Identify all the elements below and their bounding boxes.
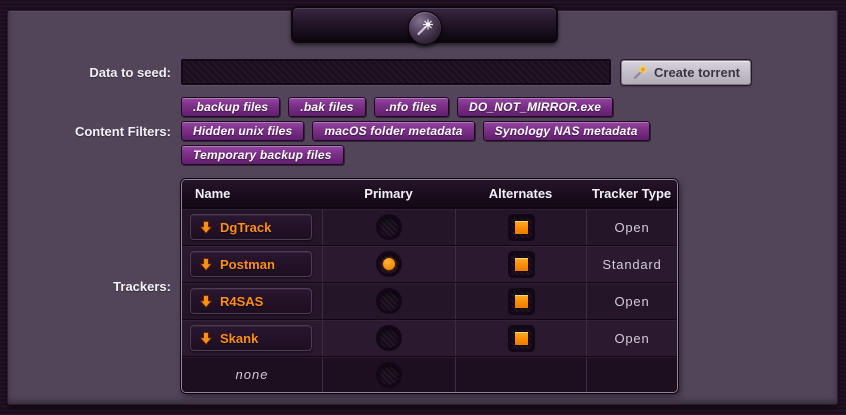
alternates-checkbox-r4sas[interactable]: [511, 291, 532, 312]
main-panel: Data to seed: Create torrent Content Fil: [7, 10, 838, 405]
filter-chip[interactable]: DO_NOT_MIRROR.exe: [457, 97, 613, 117]
tracker-row-dgtrack: DgTrack Open: [182, 208, 677, 245]
tracker-row-none: none: [182, 356, 677, 392]
download-arrow-icon: [199, 331, 213, 346]
column-header-alternates: Alternates: [455, 186, 586, 201]
magic-wand-icon: [415, 18, 434, 37]
primary-radio-none[interactable]: [379, 365, 399, 385]
tracker-row-skank: Skank Open: [182, 319, 677, 356]
trackers-row: Trackers: Name Primary Alternates Tracke…: [8, 179, 678, 393]
primary-radio-skank[interactable]: [379, 328, 399, 348]
column-header-name: Name: [182, 186, 322, 201]
create-torrent-label: Create torrent: [654, 65, 740, 80]
content-filters-row: Content Filters: .backup files .bak files…: [8, 97, 650, 165]
alternates-checkbox-skank[interactable]: [511, 328, 532, 349]
filter-chip[interactable]: Synology NAS metadata: [483, 121, 650, 141]
filter-chip[interactable]: .nfo files: [374, 97, 449, 117]
tracker-name-label: R4SAS: [220, 294, 263, 309]
trackers-table-body: DgTrackOpenPostmanStandardR4SASOpenSkank…: [182, 208, 677, 392]
filter-chip[interactable]: macOS folder metadata: [312, 121, 474, 141]
filter-chip[interactable]: .bak files: [288, 97, 365, 117]
data-to-seed-row: Data to seed: Create torrent: [8, 59, 751, 85]
tracker-type-label: Standard: [587, 257, 677, 272]
alternates-checkbox-dgtrack[interactable]: [511, 217, 532, 238]
create-torrent-button[interactable]: Create torrent: [621, 60, 751, 85]
filter-chip-row: Temporary backup files: [181, 145, 650, 165]
magic-wand-icon: [632, 64, 648, 80]
header-bar: [291, 6, 558, 43]
data-to-seed-input[interactable]: [181, 59, 611, 85]
tracker-link-skank[interactable]: Skank: [190, 325, 312, 351]
checkbox-fill: [515, 258, 528, 271]
primary-radio-r4sas[interactable]: [379, 291, 399, 311]
filter-chip[interactable]: .backup files: [181, 97, 280, 117]
download-arrow-icon: [199, 257, 213, 272]
tracker-link-dgtrack[interactable]: DgTrack: [190, 214, 312, 240]
checkbox-fill: [515, 332, 528, 345]
tracker-none-label: none: [182, 367, 322, 382]
create-torrent-screen: Data to seed: Create torrent Content Fil: [0, 0, 846, 415]
filter-chip[interactable]: Temporary backup files: [181, 145, 344, 165]
primary-radio-postman[interactable]: [379, 254, 399, 274]
tracker-row-postman: Postman Standard: [182, 245, 677, 282]
tracker-row-r4sas: R4SAS Open: [182, 282, 677, 319]
tracker-name-label: DgTrack: [220, 220, 271, 235]
content-filters-label: Content Filters:: [8, 124, 171, 139]
primary-radio-dgtrack[interactable]: [379, 217, 399, 237]
column-header-tracker-type: Tracker Type: [586, 186, 677, 201]
filter-chip-row: .backup files .bak files .nfo files DO_NOT_…: [181, 97, 650, 117]
download-arrow-icon: [199, 220, 213, 235]
checkbox-fill: [515, 295, 528, 308]
data-to-seed-label: Data to seed:: [8, 65, 171, 80]
tracker-name-label: Postman: [220, 257, 275, 272]
filter-chip-row: Hidden unix files macOS folder metadata Sy…: [181, 121, 650, 141]
tracker-name-label: Skank: [220, 331, 258, 346]
tracker-link-postman[interactable]: Postman: [190, 251, 312, 277]
tracker-type-label: Open: [587, 220, 677, 235]
column-header-primary: Primary: [322, 186, 455, 201]
trackers-table-header: Name Primary Alternates Tracker Type: [182, 180, 677, 208]
tracker-link-r4sas[interactable]: R4SAS: [190, 288, 312, 314]
magic-wand-orb-button[interactable]: [408, 11, 442, 45]
tracker-type-label: Open: [587, 331, 677, 346]
tracker-type-label: Open: [587, 294, 677, 309]
alternates-checkbox-postman[interactable]: [511, 254, 532, 275]
filter-chip[interactable]: Hidden unix files: [181, 121, 304, 141]
filter-chip-group: .backup files .bak files .nfo files DO_NOT_…: [181, 97, 650, 165]
download-arrow-icon: [199, 294, 213, 309]
trackers-label: Trackers:: [8, 279, 171, 294]
checkbox-fill: [515, 221, 528, 234]
trackers-table: Name Primary Alternates Tracker Type DgT…: [181, 179, 678, 393]
